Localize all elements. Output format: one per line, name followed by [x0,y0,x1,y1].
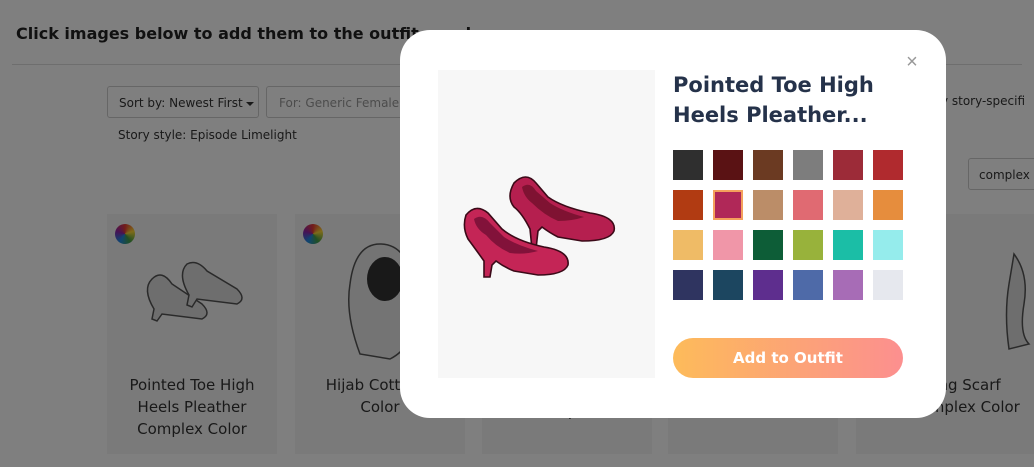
color-swatch[interactable] [793,190,823,220]
item-preview-image [438,70,655,378]
color-swatch[interactable] [713,270,743,300]
color-swatch[interactable] [753,230,783,260]
color-swatch[interactable] [753,150,783,180]
color-swatch[interactable] [673,270,703,300]
color-swatch[interactable] [753,190,783,220]
color-swatch[interactable] [833,190,863,220]
color-swatch[interactable] [713,230,743,260]
high-heels-image [463,176,615,278]
color-swatch[interactable] [673,190,703,220]
color-swatch[interactable] [793,230,823,260]
add-to-outfit-button[interactable]: Add to Outfit [673,338,903,378]
item-detail-modal: × Pointed Toe High Heels Pleather... Add… [400,30,946,418]
color-swatch[interactable] [753,270,783,300]
color-swatch[interactable] [793,270,823,300]
color-swatch[interactable] [873,150,903,180]
color-swatch[interactable] [833,230,863,260]
color-swatch[interactable] [833,150,863,180]
color-swatch[interactable] [833,270,863,300]
item-title: Pointed Toe High Heels Pleather... [673,73,874,127]
color-swatch[interactable] [873,270,903,300]
color-swatch[interactable] [713,190,743,220]
color-swatch[interactable] [713,150,743,180]
color-swatch[interactable] [673,150,703,180]
color-swatch[interactable] [673,230,703,260]
color-swatch[interactable] [873,190,903,220]
color-swatch[interactable] [873,230,903,260]
close-icon[interactable]: × [902,52,922,72]
color-swatch[interactable] [793,150,823,180]
